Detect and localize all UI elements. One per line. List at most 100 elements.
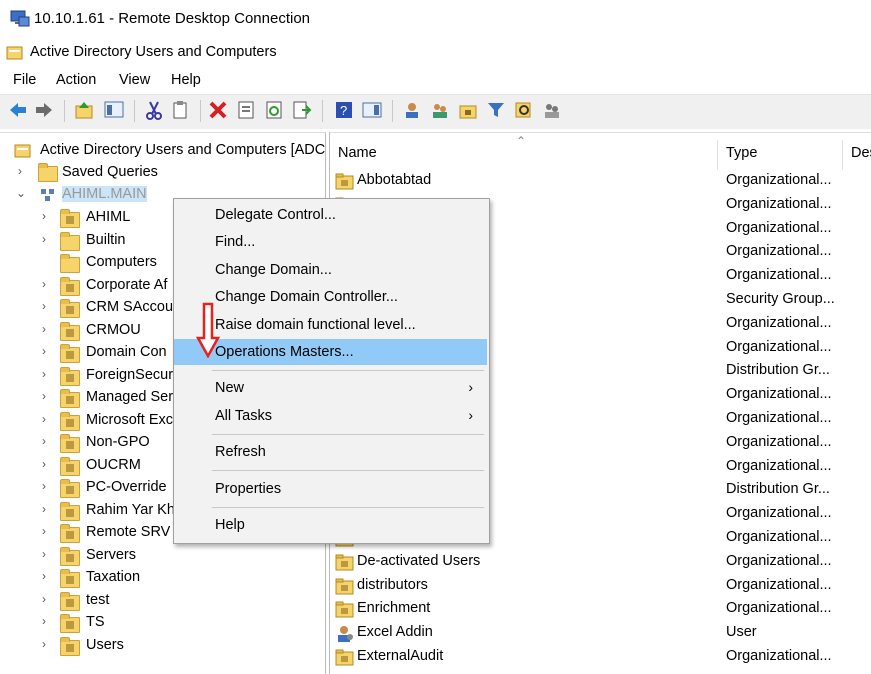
ou-folder-icon — [335, 553, 355, 575]
sort-ascending-icon: ⌃ — [516, 134, 527, 148]
expand-arrow-icon[interactable]: › — [18, 164, 22, 178]
expand-arrow-icon[interactable]: › — [42, 569, 46, 583]
folder-icon — [60, 321, 80, 341]
cut-icon[interactable] — [144, 100, 164, 120]
menu-item-refresh[interactable]: Refresh — [174, 439, 487, 465]
menu-action[interactable]: Action — [56, 72, 96, 88]
help-icon[interactable]: ? — [334, 100, 354, 120]
expand-arrow-icon[interactable]: › — [42, 547, 46, 561]
expand-arrow-icon[interactable]: › — [42, 502, 46, 516]
menu-item-help[interactable]: Help — [174, 512, 487, 538]
expand-arrow-icon[interactable]: › — [42, 389, 46, 403]
menu-item-find[interactable]: Find... — [174, 229, 487, 255]
menu-item-raise-domain-functional-level[interactable]: Raise domain functional level... — [174, 312, 487, 338]
rdp-window-title: 10.10.1.61 - Remote Desktop Connection — [34, 10, 310, 27]
new-group-icon[interactable] — [430, 100, 450, 120]
folder-icon — [60, 591, 80, 611]
tree-item-label: AHIML.MAIN — [62, 186, 147, 202]
folder-icon — [60, 411, 80, 431]
aduc-app-icon — [6, 46, 23, 60]
expand-arrow-icon[interactable]: › — [42, 434, 46, 448]
app-window-title: Active Directory Users and Computers — [30, 44, 277, 60]
folder-icon — [60, 254, 80, 273]
new-ou-icon[interactable] — [458, 100, 478, 120]
refresh-icon[interactable] — [264, 100, 284, 120]
folder-icon — [60, 434, 80, 453]
list-item-type: Organizational... — [726, 172, 832, 188]
folder-icon — [60, 569, 80, 588]
action-pane-icon[interactable] — [362, 100, 382, 120]
list-item-type: Organizational... — [726, 505, 832, 522]
expand-arrow-icon[interactable]: › — [42, 209, 46, 223]
menu-file[interactable]: File — [13, 72, 36, 88]
back-arrow-icon[interactable] — [8, 100, 28, 120]
export-list-icon[interactable] — [292, 100, 312, 120]
expand-arrow-icon[interactable]: › — [42, 299, 46, 313]
expand-arrow-icon[interactable]: › — [42, 637, 46, 651]
new-user-icon[interactable] — [402, 100, 422, 120]
list-item[interactable]: ExternalAudit Organizational... — [333, 645, 871, 669]
add-to-group-icon[interactable] — [542, 100, 562, 120]
list-item-name: Excel Addin — [357, 624, 433, 641]
domain-icon — [41, 189, 54, 201]
column-header-description[interactable]: Des — [851, 145, 871, 161]
copy-icon[interactable] — [170, 100, 190, 120]
folder-icon — [60, 479, 80, 498]
list-item-name: Abbotabtad — [357, 172, 432, 188]
collapse-arrow-icon[interactable]: ⌄ — [16, 186, 26, 200]
expand-arrow-icon[interactable]: › — [42, 322, 46, 336]
find-icon[interactable] — [514, 100, 534, 120]
forward-arrow-icon[interactable] — [34, 100, 54, 120]
list-item[interactable]: Enrichment Organizational... — [333, 597, 871, 621]
filter-icon[interactable] — [486, 100, 506, 120]
menu-item-change-domain[interactable]: Change Domain... — [174, 257, 487, 283]
remote-desktop-icon — [10, 10, 30, 27]
tree-item-label: Saved Queries — [62, 164, 158, 180]
list-item-type: Organizational... — [726, 219, 832, 236]
menu-view[interactable]: View — [119, 72, 150, 88]
tree-item-label: Users — [86, 636, 124, 653]
delete-icon[interactable] — [208, 100, 228, 120]
menu-item-properties[interactable]: Properties — [174, 476, 487, 502]
folder-icon — [60, 366, 80, 386]
list-item[interactable]: De-activated Users Organizational... — [333, 550, 871, 574]
tree-item-label: PC-Override — [86, 479, 167, 495]
menu-item-delegate-control[interactable]: Delegate Control... — [174, 202, 487, 228]
folder-icon — [60, 299, 80, 318]
expand-arrow-icon[interactable]: › — [42, 614, 46, 628]
column-header-type[interactable]: Type — [726, 145, 757, 161]
folder-icon — [60, 209, 80, 228]
tree-root-label: Active Directory Users and Computers [AD… — [40, 142, 326, 158]
list-item[interactable]: Excel Addin User — [333, 621, 871, 645]
menu-help[interactable]: Help — [171, 72, 201, 88]
menu-item-all-tasks[interactable]: All Tasks › — [174, 403, 487, 429]
show-hide-tree-icon[interactable] — [104, 100, 124, 120]
list-item[interactable]: Abbotabtad Organizational... — [333, 169, 871, 193]
tree-item-label: test — [86, 591, 110, 608]
list-item-type: Organizational... — [726, 386, 832, 403]
folder-icon — [60, 344, 80, 363]
expand-arrow-icon[interactable]: › — [42, 277, 46, 291]
list-item[interactable]: distributors Organizational... — [333, 574, 871, 598]
expand-arrow-icon[interactable]: › — [42, 232, 46, 246]
list-item-type: Distribution Gr... — [726, 481, 830, 498]
tree-item-label: Builtin — [86, 231, 126, 248]
tree-item-label: CRM SAccou — [86, 299, 174, 315]
menu-item-operations-masters[interactable]: Operations Masters... — [174, 339, 487, 365]
expand-arrow-icon[interactable]: › — [42, 524, 46, 538]
column-header-name[interactable]: Name — [338, 145, 377, 161]
expand-arrow-icon[interactable]: › — [42, 457, 46, 471]
expand-arrow-icon[interactable]: › — [42, 479, 46, 493]
menu-item-change-domain-controller[interactable]: Change Domain Controller... — [174, 284, 487, 310]
menu-item-new[interactable]: New › — [174, 375, 487, 401]
tree-item-label: Remote SRV — [86, 524, 171, 540]
expand-arrow-icon[interactable]: › — [42, 367, 46, 381]
tree-item-label: Computers — [86, 254, 157, 270]
expand-arrow-icon[interactable]: › — [42, 412, 46, 426]
expand-arrow-icon[interactable]: › — [42, 344, 46, 358]
folder-icon — [60, 501, 80, 521]
list-item-type: Organizational... — [726, 457, 832, 474]
expand-arrow-icon[interactable]: › — [42, 592, 46, 606]
up-folder-icon[interactable] — [74, 100, 94, 120]
properties-icon[interactable] — [236, 100, 256, 120]
